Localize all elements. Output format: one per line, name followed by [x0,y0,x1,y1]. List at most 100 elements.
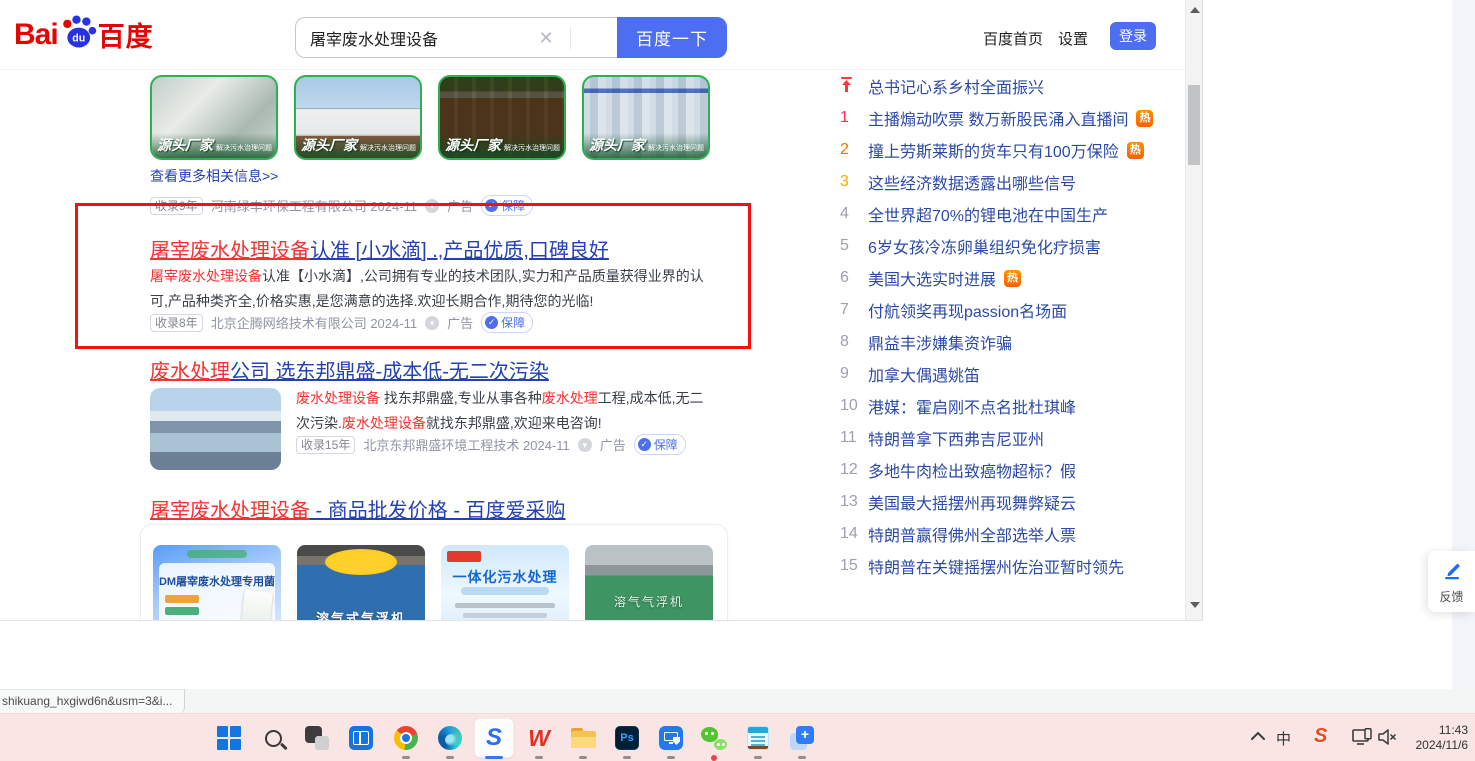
search-box: ✕ [295,17,617,58]
hot-rank: 6 [840,269,862,287]
taskbar-app-dark[interactable] [303,724,331,752]
product-card-bacteria[interactable]: DM屠宰废水处理专用菌 [153,545,281,621]
result2-description: 废水处理设备 找东邦鼎盛,专业从事各种废水处理工程,成本低,无二次污染.废水处理… [296,386,708,436]
hot-rank: 9 [840,365,862,383]
product-label: 一体化污水处理 [441,567,569,587]
scroll-thumb[interactable] [1188,85,1200,165]
logo-text-bai: Bai [14,18,58,52]
product-subtitle-bar [461,587,549,595]
result2-title[interactable]: 废水处理公司 选东邦鼎盛-成本低-无二次污染 [150,355,549,384]
taskbar-notepad[interactable] [744,724,772,752]
taskbar-new-window-app[interactable]: + [788,724,816,752]
search-input[interactable] [310,18,560,57]
taskbar-wechat[interactable] [700,724,728,752]
product-card-flotation-machine[interactable]: 溶气式气浮机 [297,545,425,621]
hot-title: 6岁女孩冷冻卵巢组织免化疗损害 [868,234,1101,258]
tray-time: 11:43 [1398,723,1468,738]
hot-list-item[interactable]: 3 这些经济数据透露出哪些信号 热 [840,166,1186,198]
running-indicator [446,756,454,759]
product-card-integrated-treatment[interactable]: 一体化污水处理 [441,545,569,621]
shield-check-icon: ✓ [485,199,498,212]
hot-rank: 3 [840,173,862,191]
result2-thumbnail[interactable] [150,388,281,470]
scroll-down-arrow[interactable] [1190,602,1200,608]
secure-badge[interactable]: ✓保障 [481,312,533,333]
taskbar-photoshop[interactable]: Ps [613,724,641,752]
product-text-bar [455,603,555,608]
taskbar-edge[interactable] [436,724,464,752]
baidu-logo[interactable]: Bai du 百度 [14,15,154,54]
hot-title: 撞上劳斯莱斯的货车只有100万保险 [868,138,1119,162]
hot-title: 美国大选实时进展 [868,266,996,290]
hot-list-item[interactable]: 12 多地牛肉检出致癌物超标？假 热 [840,454,1186,486]
running-indicator [579,756,587,759]
hot-list-item[interactable]: 10 港媒：霍启刚不点名批杜琪峰 热 [840,390,1186,422]
clear-x-icon[interactable]: ✕ [536,28,556,48]
secure-badge[interactable]: ✓保障 [481,195,533,216]
scroll-up-arrow[interactable] [1190,7,1200,13]
watermark-slogan: 解决污水治理问题 [216,143,272,153]
start-button[interactable] [215,724,243,752]
tray-caret-icon[interactable] [1249,727,1267,745]
hot-list-item[interactable]: 6 美国大选实时进展 热 [840,262,1186,294]
status-band: shikuang_hxgiwd6n&usm=3&i... [0,689,1475,713]
hot-list-item[interactable]: 15 特朗普在关键摇摆州佐治亚暂时领先 热 [840,550,1186,582]
thumbnail-treatment-basins[interactable]: 源头厂家解决污水治理问题 [438,75,566,160]
result1-title[interactable]: 屠宰废水处理设备认准 [小水滴] .,产品优质,口碑良好 [150,234,609,263]
hot-title: 主播煽动吹票 数万新股民涌入直播间 [868,106,1128,130]
dropdown-circle-icon[interactable]: ▾ [425,316,439,330]
feedback-button[interactable]: 反馈 [1428,551,1475,612]
taskbar-sogou-browser-active[interactable]: S [474,718,514,758]
dropdown-circle-icon[interactable]: ▾ [578,438,592,452]
mute-speaker-icon[interactable] [1377,728,1397,746]
dropdown-circle-icon[interactable]: ▾ [425,199,439,213]
blue-window-icon [349,726,373,750]
hot-list-item[interactable]: 11 特朗普拿下西弗吉尼亚州 热 [840,422,1186,454]
thumbnail-water-bottles[interactable]: 源头厂家解决污水治理问题 [582,75,710,160]
hot-rank: 4 [840,205,862,223]
hot-list-item[interactable]: 14 特朗普赢得佛州全部选举人票 热 [840,518,1186,550]
ime-icon[interactable]: 中 [1276,728,1291,749]
windows-start-icon [217,726,241,750]
taskbar-wps[interactable]: W [525,724,553,752]
product-pouch-image [241,590,273,621]
product-card-green-flotation[interactable]: 溶气气浮机 [585,545,713,621]
cast-icon[interactable] [1352,728,1374,746]
taskbar-search-button[interactable] [259,724,287,752]
hot-list-item[interactable]: top 总书记心系乡村全面振兴 热 [840,70,1186,102]
page-scrollbar[interactable] [1185,0,1203,620]
windows-taskbar: S W Ps + [0,713,1475,761]
hot-list-item[interactable]: 13 美国最大摇摆州再现舞弊疑云 热 [840,486,1186,518]
product-tank-image [325,549,397,575]
taskbar-chrome[interactable] [392,724,420,752]
hot-list-item[interactable]: 5 6岁女孩冷冻卵巢组织免化疗损害 热 [840,230,1186,262]
login-button[interactable]: 登录 [1110,22,1156,50]
thumbnail-uasb-tower[interactable]: 源头厂家解决污水治理问题 [294,75,422,160]
search-button[interactable]: 百度一下 [617,17,727,58]
hot-list-item[interactable]: 8 鼎益丰涉嫌集资诈骗 热 [840,326,1186,358]
hot-list-item[interactable]: 2 撞上劳斯莱斯的货车只有100万保险 热 [840,134,1186,166]
hot-title: 鼎益丰涉嫌集资诈骗 [868,330,1012,354]
sogou-tray-icon[interactable]: S [1314,725,1327,748]
result1-description: 屠宰废水处理设备认准【小水滴】,公司拥有专业的技术团队,实力和产品质量获得业界的… [150,264,713,314]
hot-title: 这些经济数据透露出哪些信号 [868,170,1076,194]
hot-list-item[interactable]: 9 加拿大偶遇姚笛 热 [840,358,1186,390]
taskbar-file-explorer[interactable] [569,724,597,752]
dark-squares-icon [305,726,329,750]
edge-icon [438,726,462,750]
hot-list-item[interactable]: 4 全世界超70%的锂电池在中国生产 热 [840,198,1186,230]
taskbar-app-bluewindow[interactable] [347,724,375,752]
link-settings[interactable]: 设置 [1058,28,1088,49]
taskbar-pc-manager[interactable] [657,724,685,752]
hot-rank: 2 [840,141,862,159]
thumbnail-aerial-plant[interactable]: 源头厂家解决污水治理问题 [150,75,278,160]
see-more-link[interactable]: 查看更多相关信息>> [150,166,278,186]
hot-rank: 14 [840,525,862,543]
hot-list-item[interactable]: 7 付航领奖再现passion名场面 热 [840,294,1186,326]
tray-clock[interactable]: 11:43 2024/11/6 [1398,723,1468,753]
hot-list-item[interactable]: 1 主播煽动吹票 数万新股民涌入直播间 热 [840,102,1186,134]
link-baidu-home[interactable]: 百度首页 [983,28,1043,49]
hot-badge: 热 [1004,270,1021,287]
result3-title[interactable]: 屠宰废水处理设备 - 商品批发价格 - 百度爱采购 [150,494,566,523]
secure-badge[interactable]: ✓保障 [634,434,686,455]
